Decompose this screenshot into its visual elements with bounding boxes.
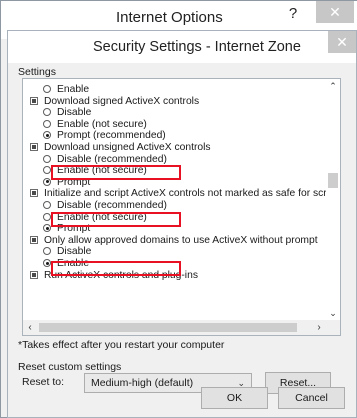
radio-button[interactable] [43,224,51,233]
category-check-icon [30,143,38,151]
cancel-button[interactable]: Cancel [278,387,345,409]
setting-label: Only allow approved domains to use Activ… [44,234,318,246]
category-check-icon [30,270,38,279]
radio-button[interactable] [43,119,51,128]
setting-label: Download signed ActiveX controls [44,95,200,107]
setting-label: Disable (recommended) [57,153,167,165]
scroll-up-icon[interactable]: ⌃ [326,79,340,93]
ok-button[interactable]: OK [201,387,268,409]
reset-level-value: Medium-high (default) [91,377,194,389]
horizontal-scrollbar[interactable]: ‹ › [23,320,326,335]
setting-label: Enable [57,84,90,95]
setting-label: Disable [57,107,92,119]
vertical-scroll-thumb[interactable] [328,173,338,188]
horizontal-scroll-thumb[interactable] [39,323,297,332]
radio-button[interactable] [43,259,51,267]
help-icon[interactable]: ? [281,5,305,25]
scrollbar-corner [326,320,340,335]
restart-note: *Takes effect after you restart your com… [18,339,225,351]
setting-label: Download unsigned ActiveX controls [44,142,211,153]
setting-label: Prompt (recommended) [57,130,166,142]
settings-group-label: Settings [18,66,56,78]
dialog-titlebar: Security Settings - Internet Zone ✕ [8,31,356,63]
highlight-prompt-initialize [51,261,181,276]
highlight-prompt-recommended [51,165,181,180]
category-check-icon [30,189,38,198]
dialog-title: Security Settings - Internet Zone [93,39,301,55]
dialog-close-icon[interactable]: ✕ [328,31,356,53]
radio-button[interactable] [43,166,51,175]
radio-button[interactable] [43,154,51,163]
highlight-prompt-unsigned [51,212,181,227]
close-icon[interactable]: ✕ [316,1,354,23]
setting-label: Disable [57,246,92,258]
setting-label: Initialize and script ActiveX controls n… [44,188,338,200]
scroll-down-icon[interactable]: ⌄ [326,306,340,320]
scroll-left-icon[interactable]: ‹ [23,320,37,335]
category-check-icon [30,96,38,105]
radio-button[interactable] [43,108,51,117]
setting-label: Enable (not secure) [57,118,147,130]
radio-button[interactable] [43,201,51,209]
category-check-icon [30,235,38,244]
radio-button[interactable] [43,177,51,186]
radio-button[interactable] [43,85,51,93]
radio-button[interactable] [43,131,51,140]
internet-options-title: Internet Options [116,9,223,26]
setting-label: Disable (recommended) [57,200,167,211]
radio-button[interactable] [43,247,51,256]
security-settings-dialog: Security Settings - Internet Zone ✕ Sett… [7,30,357,418]
scroll-right-icon[interactable]: › [312,320,326,335]
reset-group-label: Reset custom settings [18,361,122,373]
vertical-scrollbar[interactable]: ⌃ ⌄ [326,79,340,320]
radio-button[interactable] [43,212,51,221]
settings-list[interactable]: Enable Download signed ActiveX controls Di… [22,78,341,336]
reset-to-label: Reset to: [22,376,65,388]
